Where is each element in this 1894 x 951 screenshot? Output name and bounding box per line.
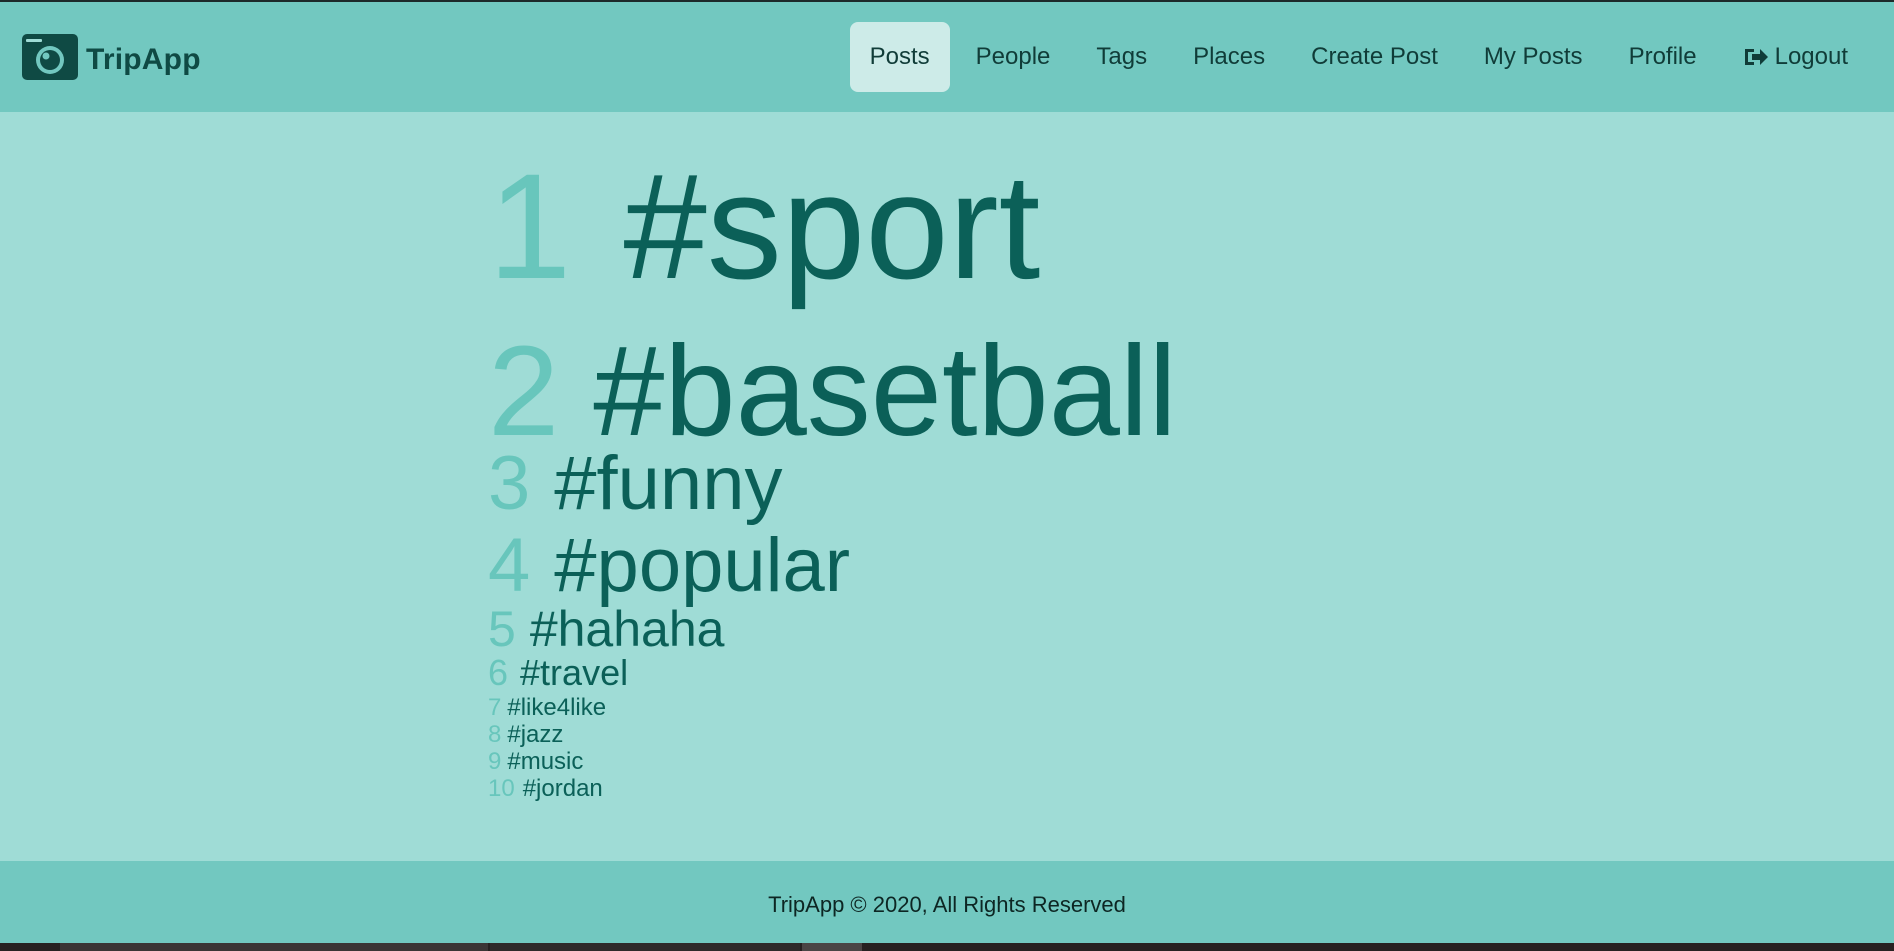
tag-rank: 10 bbox=[488, 775, 515, 802]
page-footer: TripApp © 2020, All Rights Reserved bbox=[0, 861, 1894, 943]
brand-link[interactable]: TripApp bbox=[20, 26, 201, 86]
os-taskbar bbox=[0, 943, 1894, 951]
nav-create-post[interactable]: Create Post bbox=[1291, 22, 1458, 92]
nav-places[interactable]: Places bbox=[1173, 22, 1285, 92]
copyright-text: TripApp © 2020, All Rights Reserved bbox=[768, 892, 1126, 917]
navbar: TripApp Posts People Tags Places Create … bbox=[0, 2, 1894, 112]
tag-item[interactable]: 4 #popular bbox=[488, 522, 1388, 608]
tag-rank: 3 bbox=[488, 441, 531, 526]
tag-name[interactable]: #hahaha bbox=[530, 600, 725, 658]
nav-profile[interactable]: Profile bbox=[1609, 22, 1717, 92]
nav-people[interactable]: People bbox=[956, 22, 1071, 92]
taskbar-segment bbox=[490, 943, 800, 951]
popular-tags-list: 1 #sport 2 #basetball 3 #funny 4 #popular 5 #… bbox=[488, 140, 1388, 802]
tag-item[interactable]: 6 #travel bbox=[488, 652, 1388, 694]
tag-name[interactable]: #like4like bbox=[507, 694, 606, 722]
tag-item[interactable]: 10 #jordan bbox=[488, 775, 1388, 802]
tag-item[interactable]: 5 #hahaha bbox=[488, 600, 1388, 657]
app-title: TripApp bbox=[86, 43, 201, 76]
tag-rank: 7 bbox=[488, 694, 502, 721]
tag-rank: 1 bbox=[488, 142, 572, 310]
tag-name[interactable]: #music bbox=[507, 748, 583, 776]
tag-item[interactable]: 1 #sport bbox=[488, 140, 1388, 326]
tag-item[interactable]: 9 #music bbox=[488, 748, 1388, 775]
tag-name[interactable]: #funny bbox=[554, 440, 782, 527]
nav-logout[interactable]: Logout bbox=[1723, 22, 1868, 92]
nav-my-posts[interactable]: My Posts bbox=[1464, 22, 1603, 92]
tag-item[interactable]: 7 #like4like bbox=[488, 694, 1388, 721]
nav-menu: Posts People Tags Places Create Post My … bbox=[849, 22, 1868, 92]
camera-icon bbox=[22, 34, 78, 80]
tag-name[interactable]: #jordan bbox=[523, 775, 603, 803]
tag-rank: 6 bbox=[488, 652, 509, 693]
tag-rank: 9 bbox=[488, 748, 502, 775]
taskbar-segment bbox=[802, 943, 862, 951]
taskbar-segment bbox=[60, 943, 488, 951]
tag-name[interactable]: #sport bbox=[623, 140, 1040, 313]
logout-label: Logout bbox=[1774, 43, 1848, 70]
sign-out-icon bbox=[1744, 49, 1768, 65]
tag-rank: 5 bbox=[488, 601, 516, 657]
tag-rank: 4 bbox=[488, 523, 531, 608]
tag-item[interactable]: 8 #jazz bbox=[488, 721, 1388, 748]
tag-item[interactable]: 2 #basetball bbox=[488, 318, 1388, 463]
tag-rank: 8 bbox=[488, 721, 502, 748]
nav-posts[interactable]: Posts bbox=[849, 22, 950, 92]
nav-tags[interactable]: Tags bbox=[1076, 22, 1167, 92]
tag-name[interactable]: #travel bbox=[520, 652, 628, 694]
tag-name[interactable]: #jazz bbox=[507, 721, 563, 749]
tag-name[interactable]: #popular bbox=[554, 522, 850, 609]
